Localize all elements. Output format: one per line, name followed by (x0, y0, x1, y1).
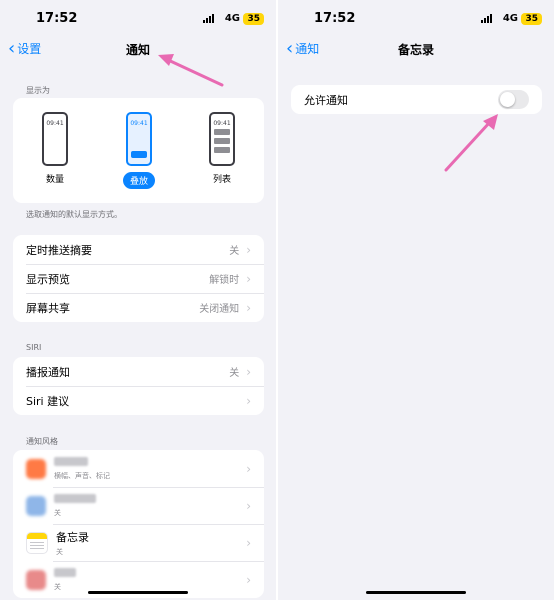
row-value: 解锁时 (209, 275, 240, 286)
battery-icon: 35 (243, 13, 264, 25)
list-bar (214, 138, 230, 144)
network-type: 4G (502, 13, 518, 24)
display-style-card: 09:41 数量 09:41 叠放 09:41 列表 (13, 98, 264, 203)
phone-time: 09:41 (46, 120, 64, 127)
app-subtitle: 横幅、声音、标记 (54, 472, 110, 480)
display-option-label: 数量 (45, 175, 64, 185)
row-value: 关闭通知 (199, 304, 240, 315)
allow-notifications-toggle[interactable] (498, 90, 529, 109)
nav-bar: ‹ 通知 备忘录 (278, 38, 554, 60)
row-label: 屏幕共享 (26, 301, 70, 315)
row-value: 关 (229, 246, 240, 257)
app-text: 关 (54, 567, 246, 592)
section-label-display-as: 显示为 (26, 86, 50, 95)
display-style-hint: 选取通知的默认显示方式。 (26, 210, 122, 219)
blurred-app-name (54, 457, 88, 466)
chevron-right-icon: › (246, 300, 251, 315)
app-text: 关 (54, 493, 246, 518)
display-option-list[interactable]: 09:41 列表 (197, 112, 247, 186)
list-bar (214, 129, 230, 135)
battery-icon: 35 (521, 13, 542, 25)
row-label: Siri 建议 (26, 394, 70, 408)
chevron-right-icon: › (246, 364, 251, 379)
siri-card: 播报通知 关 › Siri 建议 › (13, 357, 264, 415)
row-scheduled-summary[interactable]: 定时推送摘要 关 › (13, 235, 264, 264)
display-option-label-selected: 叠放 (122, 172, 155, 189)
app-subtitle: 关 (54, 509, 61, 517)
status-bar: 17:52 4G 35 (278, 10, 554, 30)
home-indicator (366, 591, 466, 594)
app-row-notes[interactable]: 备忘录 关 › (13, 524, 264, 561)
signal-icon (203, 14, 214, 23)
list-bar (214, 147, 230, 153)
blurred-app-icon (26, 495, 46, 516)
notification-style-card: 横幅、声音、标记 › 关 › 备忘录 关 › 关 › (13, 450, 264, 598)
blurred-app-icon (26, 458, 46, 479)
chevron-right-icon: › (246, 572, 251, 587)
row-announce-notifications[interactable]: 播报通知 关 › (13, 357, 264, 386)
chevron-right-icon: › (246, 498, 251, 513)
row-label: 定时推送摘要 (26, 243, 92, 257)
row-value: 关 (229, 368, 240, 379)
app-row[interactable]: 关 › (13, 487, 264, 524)
app-subtitle: 关 (56, 547, 63, 556)
app-name (54, 567, 246, 580)
chevron-right-icon: › (246, 242, 251, 257)
app-name: 备忘录 (56, 530, 89, 544)
settings-group-card: 定时推送摘要 关 › 显示预览 解锁时 › 屏幕共享 关闭通知 › (13, 235, 264, 322)
blurred-app-name (54, 568, 76, 577)
row-label: 显示预览 (26, 272, 70, 286)
row-siri-suggestions[interactable]: Siri 建议 › (13, 386, 264, 415)
toggle-knob (500, 92, 515, 107)
row-show-previews[interactable]: 显示预览 解锁时 › (13, 264, 264, 293)
pink-arrow-annotation (444, 114, 498, 172)
pink-arrow-annotation (158, 54, 224, 87)
app-text: 备忘录 关 (56, 529, 246, 557)
page-title: 备忘录 (397, 43, 434, 57)
chevron-right-icon: › (246, 535, 251, 550)
row-screen-sharing[interactable]: 屏幕共享 关闭通知 › (13, 293, 264, 322)
phone-time: 09:41 (213, 120, 231, 127)
display-option-count[interactable]: 09:41 数量 (30, 112, 80, 186)
signal-icon (481, 14, 492, 23)
stack-bar (131, 151, 147, 158)
status-bar: 17:52 4G 35 (0, 10, 276, 30)
chevron-right-icon: › (246, 461, 251, 476)
home-indicator (88, 591, 188, 594)
display-option-label: 列表 (212, 175, 231, 185)
app-text: 横幅、声音、标记 (54, 456, 246, 481)
phone-count-icon: 09:41 (42, 112, 68, 166)
chevron-right-icon: › (246, 271, 251, 286)
blurred-app-name (54, 494, 96, 503)
phone-time: 09:41 (130, 120, 148, 127)
status-time: 17:52 (314, 11, 356, 26)
blurred-app-icon (26, 569, 46, 590)
section-label-siri: SIRI (26, 343, 42, 352)
app-name (54, 493, 246, 506)
app-row[interactable]: 横幅、声音、标记 › (13, 450, 264, 487)
phone-list-icon: 09:41 (209, 112, 235, 166)
notes-notification-screen: 17:52 4G 35 ‹ 通知 备忘录 允许通知 (278, 0, 554, 600)
notes-app-icon (26, 531, 48, 554)
network-type: 4G (224, 13, 240, 24)
notifications-settings-screen: 17:52 4G 35 ‹ 设置 通知 显示为 09:41 数量 09:41 叠… (0, 0, 276, 600)
app-name (54, 456, 246, 469)
phone-stack-icon: 09:41 (126, 112, 152, 166)
allow-notifications-label: 允许通知 (304, 93, 348, 107)
display-option-stack[interactable]: 09:41 叠放 (114, 112, 164, 189)
chevron-right-icon: › (246, 393, 251, 408)
section-label-notification-style: 通知风格 (26, 437, 58, 446)
status-time: 17:52 (36, 11, 78, 26)
row-label: 播报通知 (26, 365, 70, 379)
